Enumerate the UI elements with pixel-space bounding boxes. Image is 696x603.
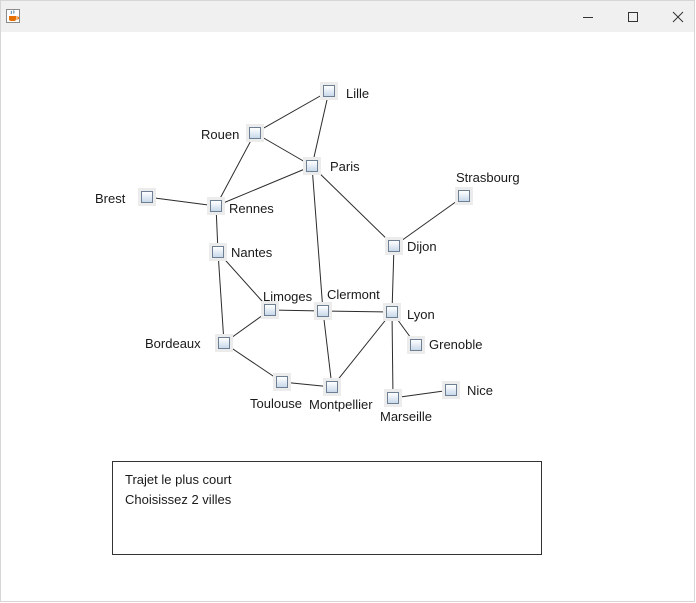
info-instruction: Choisissez 2 villes xyxy=(125,492,232,507)
city-label-rennes: Rennes xyxy=(229,201,274,216)
city-checkbox-montpellier[interactable] xyxy=(323,378,341,396)
city-checkbox-rennes[interactable] xyxy=(207,197,225,215)
city-checkbox-strasbourg[interactable] xyxy=(455,187,473,205)
city-label-montpellier: Montpellier xyxy=(309,397,373,412)
checkbox-icon xyxy=(326,381,338,393)
city-label-lyon: Lyon xyxy=(407,307,435,322)
city-label-nantes: Nantes xyxy=(231,245,273,260)
city-checkbox-nice[interactable] xyxy=(442,381,460,399)
city-checkbox-brest[interactable] xyxy=(138,188,156,206)
route-rouen-rennes xyxy=(215,132,256,207)
checkbox-icon xyxy=(249,127,261,139)
checkbox-icon xyxy=(388,240,400,252)
city-checkbox-rouen[interactable] xyxy=(246,124,264,142)
city-label-marseille: Marseille xyxy=(380,409,433,424)
info-title: Trajet le plus court xyxy=(125,472,232,487)
city-label-strasbourg: Strasbourg xyxy=(456,170,520,185)
city-checkbox-dijon[interactable] xyxy=(385,237,403,255)
checkbox-icon xyxy=(387,392,399,404)
route-brest-rennes xyxy=(146,196,217,207)
route-nantes-bordeaux xyxy=(217,251,225,344)
route-paris-dijon xyxy=(311,165,395,247)
city-checkbox-lille[interactable] xyxy=(320,82,338,100)
city-label-bordeaux: Bordeaux xyxy=(145,336,201,351)
route-paris-clermont xyxy=(311,165,324,312)
city-label-nice: Nice xyxy=(467,383,494,398)
city-label-lille: Lille xyxy=(346,86,370,101)
checkbox-icon xyxy=(458,190,470,202)
city-checkbox-clermont[interactable] xyxy=(314,302,332,320)
checkbox-icon xyxy=(276,376,288,388)
city-label-limoges: Limoges xyxy=(263,289,313,304)
checkbox-icon xyxy=(141,191,153,203)
route-clermont-lyon xyxy=(322,310,393,313)
city-checkbox-lyon[interactable] xyxy=(383,303,401,321)
route-clermont-montpellier xyxy=(322,310,333,388)
checkbox-icon xyxy=(386,306,398,318)
city-checkbox-bordeaux[interactable] xyxy=(215,334,233,352)
city-checkbox-toulouse[interactable] xyxy=(273,373,291,391)
city-checkbox-paris[interactable] xyxy=(303,157,321,175)
city-label-toulouse: Toulouse xyxy=(250,396,303,411)
checkbox-icon xyxy=(445,384,457,396)
city-label-grenoble: Grenoble xyxy=(429,337,483,352)
checkbox-icon xyxy=(410,339,422,351)
checkbox-icon xyxy=(218,337,230,349)
checkbox-icon xyxy=(323,85,335,97)
route-lyon-marseille xyxy=(391,311,394,399)
route-paris-rennes xyxy=(215,165,313,207)
checkbox-icon xyxy=(317,305,329,317)
route-lille-paris xyxy=(311,90,330,167)
city-label-brest: Brest xyxy=(95,191,126,206)
checkbox-icon xyxy=(212,246,224,258)
route-lille-rouen xyxy=(254,90,330,134)
route-lyon-montpellier xyxy=(331,311,393,388)
city-checkbox-marseille[interactable] xyxy=(384,389,402,407)
city-checkbox-grenoble[interactable] xyxy=(407,336,425,354)
city-label-rouen: Rouen xyxy=(201,127,240,142)
checkbox-icon xyxy=(264,304,276,316)
city-label-clermont: Clermont xyxy=(327,287,380,302)
city-label-dijon: Dijon xyxy=(407,239,437,254)
city-checkbox-nantes[interactable] xyxy=(209,243,227,261)
city-label-paris: Paris xyxy=(330,159,360,174)
checkbox-icon xyxy=(306,160,318,172)
checkbox-icon xyxy=(210,200,222,212)
info-panel: Trajet le plus court Choisissez 2 villes xyxy=(112,461,542,555)
